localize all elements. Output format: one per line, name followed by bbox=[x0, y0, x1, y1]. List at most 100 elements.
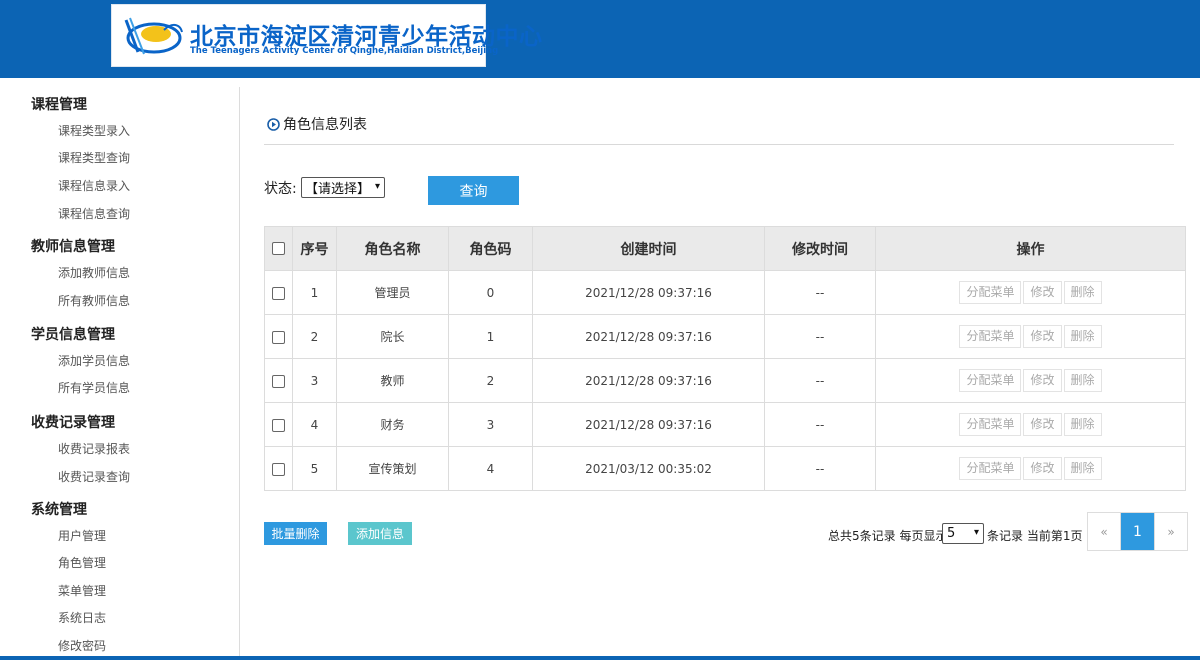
next-page-button[interactable]: » bbox=[1154, 513, 1187, 550]
cell-role-code: 4 bbox=[448, 446, 533, 491]
delete-button[interactable]: 删除 bbox=[1063, 281, 1102, 304]
main-content: 角色信息列表 状态: 【请选择】 ▾ 查询 序号 角色名称 角色码 创建时间 修… bbox=[240, 87, 1200, 657]
cell-actions: 分配菜单 修改 删除 bbox=[875, 314, 1186, 359]
status-select[interactable]: 【请选择】 ▾ bbox=[301, 177, 385, 198]
sidebar-item-user-mgmt[interactable]: 用户管理 bbox=[58, 527, 106, 544]
sidebar-item-course-type-entry[interactable]: 课程类型录入 bbox=[58, 122, 130, 139]
sidebar-section-teacher[interactable]: 教师信息管理 bbox=[31, 236, 115, 256]
cell-actions: 分配菜单 修改 删除 bbox=[875, 402, 1186, 447]
assign-menu-button[interactable]: 分配菜单 bbox=[959, 369, 1022, 392]
sidebar-item-role-mgmt[interactable]: 角色管理 bbox=[58, 554, 106, 571]
sidebar-item-system-log[interactable]: 系统日志 bbox=[58, 609, 106, 626]
sidebar-section-student[interactable]: 学员信息管理 bbox=[31, 324, 115, 344]
table-header-row: 序号 角色名称 角色码 创建时间 修改时间 操作 bbox=[264, 226, 1186, 271]
table-row: 3 教师 2 2021/12/28 09:37:16 -- 分配菜单 修改 删除 bbox=[264, 358, 1186, 403]
cell-actions: 分配菜单 修改 删除 bbox=[875, 446, 1186, 491]
assign-menu-button[interactable]: 分配菜单 bbox=[959, 325, 1022, 348]
pagination: « 1 » bbox=[1087, 512, 1188, 551]
sidebar-item-fee-report[interactable]: 收费记录报表 bbox=[58, 440, 130, 457]
role-table: 序号 角色名称 角色码 创建时间 修改时间 操作 1 管理员 0 2021/12… bbox=[264, 226, 1186, 491]
prev-page-button[interactable]: « bbox=[1088, 513, 1121, 550]
org-name-en: The Teenagers Activity Center of Qinghe,… bbox=[190, 46, 499, 56]
sidebar-item-add-teacher[interactable]: 添加教师信息 bbox=[58, 264, 130, 281]
cell-modified: -- bbox=[764, 446, 876, 491]
cell-created: 2021/12/28 09:37:16 bbox=[532, 402, 765, 447]
edit-button[interactable]: 修改 bbox=[1023, 369, 1062, 392]
cell-role-name: 财务 bbox=[336, 402, 449, 447]
cell-role-code: 2 bbox=[448, 358, 533, 403]
row-checkbox[interactable] bbox=[272, 418, 285, 432]
sidebar-item-menu-mgmt[interactable]: 菜单管理 bbox=[58, 582, 106, 599]
page-size-select[interactable]: 5 ▾ bbox=[942, 523, 984, 544]
chevron-down-icon: ▾ bbox=[374, 181, 380, 192]
sidebar-item-course-type-query[interactable]: 课程类型查询 bbox=[58, 149, 130, 166]
cell-no: 5 bbox=[292, 446, 337, 491]
edit-button[interactable]: 修改 bbox=[1023, 281, 1062, 304]
logo-emblem-icon bbox=[124, 17, 183, 55]
col-header-modified: 修改时间 bbox=[764, 226, 876, 271]
cell-created: 2021/12/28 09:37:16 bbox=[532, 358, 765, 403]
select-all-cell bbox=[264, 226, 293, 271]
title-divider bbox=[264, 144, 1174, 145]
edit-button[interactable]: 修改 bbox=[1023, 325, 1062, 348]
row-checkbox[interactable] bbox=[272, 374, 285, 388]
sidebar-item-all-students[interactable]: 所有学员信息 bbox=[58, 379, 130, 396]
sidebar-item-course-info-query[interactable]: 课程信息查询 bbox=[58, 205, 130, 222]
sidebar-item-fee-query[interactable]: 收费记录查询 bbox=[58, 468, 130, 485]
cell-modified: -- bbox=[764, 314, 876, 359]
cell-modified: -- bbox=[764, 358, 876, 403]
assign-menu-button[interactable]: 分配菜单 bbox=[959, 457, 1022, 480]
page-1-button[interactable]: 1 bbox=[1121, 513, 1154, 550]
cell-actions: 分配菜单 修改 删除 bbox=[875, 270, 1186, 315]
row-checkbox[interactable] bbox=[272, 462, 285, 476]
cell-no: 3 bbox=[292, 358, 337, 403]
header-bar: 北京市海淀区清河青少年活动中心 The Teenagers Activity C… bbox=[0, 0, 1200, 78]
sidebar-item-all-teachers[interactable]: 所有教师信息 bbox=[58, 292, 130, 309]
cell-role-code: 3 bbox=[448, 402, 533, 447]
sidebar: 课程管理 课程类型录入 课程类型查询 课程信息录入 课程信息查询 教师信息管理 … bbox=[0, 87, 240, 657]
cell-created: 2021/03/12 00:35:02 bbox=[532, 446, 765, 491]
edit-button[interactable]: 修改 bbox=[1023, 413, 1062, 436]
assign-menu-button[interactable]: 分配菜单 bbox=[959, 413, 1022, 436]
select-all-checkbox[interactable] bbox=[272, 242, 285, 255]
pagination-total-text: 总共5条记录 每页显示 bbox=[828, 529, 948, 543]
cell-created: 2021/12/28 09:37:16 bbox=[532, 314, 765, 359]
cell-no: 2 bbox=[292, 314, 337, 359]
chevron-down-icon: ▾ bbox=[973, 527, 979, 538]
row-checkbox[interactable] bbox=[272, 330, 285, 344]
status-filter-label: 状态: bbox=[264, 181, 297, 197]
sidebar-item-change-password[interactable]: 修改密码 bbox=[58, 637, 106, 654]
sidebar-item-course-info-entry[interactable]: 课程信息录入 bbox=[58, 177, 130, 194]
page-title: 角色信息列表 bbox=[267, 114, 367, 134]
col-header-role-code: 角色码 bbox=[448, 226, 533, 271]
row-checkbox[interactable] bbox=[272, 286, 285, 300]
play-circle-icon bbox=[267, 117, 280, 131]
cell-no: 1 bbox=[292, 270, 337, 315]
cell-created: 2021/12/28 09:37:16 bbox=[532, 270, 765, 315]
col-header-actions: 操作 bbox=[875, 226, 1186, 271]
org-logo[interactable]: 北京市海淀区清河青少年活动中心 The Teenagers Activity C… bbox=[111, 4, 542, 67]
pagination-current-text: 条记录 当前第1页 bbox=[987, 529, 1083, 543]
delete-button[interactable]: 删除 bbox=[1063, 325, 1102, 348]
delete-button[interactable]: 删除 bbox=[1063, 457, 1102, 480]
cell-role-code: 0 bbox=[448, 270, 533, 315]
delete-button[interactable]: 删除 bbox=[1063, 369, 1102, 392]
col-header-role-name: 角色名称 bbox=[336, 226, 449, 271]
sidebar-section-system[interactable]: 系统管理 bbox=[31, 499, 87, 519]
cell-no: 4 bbox=[292, 402, 337, 447]
cell-actions: 分配菜单 修改 删除 bbox=[875, 358, 1186, 403]
page-title-text: 角色信息列表 bbox=[283, 117, 367, 133]
assign-menu-button[interactable]: 分配菜单 bbox=[959, 281, 1022, 304]
batch-delete-button[interactable]: 批量删除 bbox=[264, 522, 327, 545]
status-select-value: 【请选择】 bbox=[305, 182, 371, 197]
add-info-button[interactable]: 添加信息 bbox=[348, 522, 412, 545]
cell-role-code: 1 bbox=[448, 314, 533, 359]
table-row: 5 宣传策划 4 2021/03/12 00:35:02 -- 分配菜单 修改 删除 bbox=[264, 446, 1186, 491]
query-button[interactable]: 查询 bbox=[428, 176, 519, 205]
sidebar-section-fees[interactable]: 收费记录管理 bbox=[31, 412, 115, 432]
delete-button[interactable]: 删除 bbox=[1063, 413, 1102, 436]
edit-button[interactable]: 修改 bbox=[1023, 457, 1062, 480]
table-row: 4 财务 3 2021/12/28 09:37:16 -- 分配菜单 修改 删除 bbox=[264, 402, 1186, 447]
sidebar-section-course[interactable]: 课程管理 bbox=[31, 94, 87, 114]
sidebar-item-add-student[interactable]: 添加学员信息 bbox=[58, 352, 130, 369]
